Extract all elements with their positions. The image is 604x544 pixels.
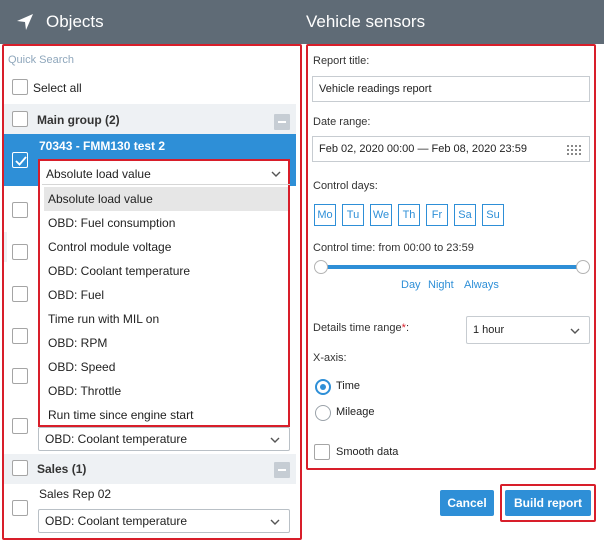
select-all-label: Select all <box>33 81 82 95</box>
dropdown-option[interactable]: OBD: Speed <box>44 355 288 379</box>
dropdown-option[interactable]: Control module voltage <box>44 235 288 259</box>
slider-end-handle[interactable] <box>576 260 590 274</box>
dropdown-option[interactable]: OBD: Coolant temperature <box>44 259 288 283</box>
dropdown-option[interactable]: OBD: Fuel <box>44 283 288 307</box>
x-axis-mileage-label: Mileage <box>336 406 375 418</box>
date-range-label: Date range: <box>313 116 371 128</box>
chevron-down-icon <box>271 171 281 177</box>
smooth-data-checkbox[interactable] <box>314 444 330 460</box>
group-checkbox[interactable] <box>12 328 28 344</box>
group-sales-checkbox[interactable] <box>12 460 28 476</box>
unit-sales-name: Sales Rep 02 <box>39 487 112 501</box>
unit-checkbox[interactable] <box>12 202 28 218</box>
control-time-slider[interactable] <box>321 265 583 269</box>
day-toggle-su[interactable]: Su <box>482 204 504 226</box>
checkmark-icon <box>15 156 27 166</box>
unit-sales-checkbox[interactable] <box>12 500 28 516</box>
preset-night-link[interactable]: Night <box>428 279 454 291</box>
day-toggle-mo[interactable]: Mo <box>314 204 336 226</box>
day-toggle-sa[interactable]: Sa <box>454 204 476 226</box>
sensor-dropdown-current-value: Absolute load value <box>46 166 151 181</box>
details-time-range-value: 1 hour <box>473 324 505 336</box>
details-time-range-label: Details time range*: <box>313 322 409 334</box>
x-axis-mileage-radio[interactable] <box>315 405 331 421</box>
sensor-select-value: OBD: Coolant temperature <box>45 514 188 528</box>
date-range-value: Feb 02, 2020 00:00 — Feb 08, 2020 23:59 <box>319 143 527 155</box>
report-title-value: Vehicle readings report <box>319 83 432 95</box>
dropdown-option[interactable]: OBD: Throttle <box>44 379 288 403</box>
x-axis-time-label: Time <box>336 380 361 392</box>
group-main-label: Main group (2) <box>37 113 120 127</box>
unit-checkbox[interactable] <box>12 418 28 434</box>
sensor-dropdown[interactable]: Absolute load value Absolute load value … <box>38 159 290 427</box>
dropdown-option[interactable]: Time run with MIL on <box>44 307 288 331</box>
chevron-down-icon <box>570 328 580 334</box>
cancel-button[interactable]: Cancel <box>440 490 494 516</box>
dropdown-option[interactable]: OBD: RPM <box>44 331 288 355</box>
group-row-edge <box>4 232 7 262</box>
group-main-checkbox[interactable] <box>12 111 28 127</box>
sensor-select-value: OBD: Coolant temperature <box>45 432 188 446</box>
objects-header: Objects <box>0 0 302 44</box>
details-colon: : <box>405 322 409 334</box>
sensor-select[interactable]: OBD: Coolant temperature <box>38 427 290 451</box>
date-range-input[interactable]: Feb 02, 2020 00:00 — Feb 08, 2020 23:59 <box>312 136 590 162</box>
calendar-grid-icon[interactable] <box>567 145 581 155</box>
dropdown-option[interactable]: Absolute load value <box>44 187 288 211</box>
details-label-text: Details time range <box>313 322 402 334</box>
build-report-button[interactable]: Build report <box>505 490 591 516</box>
collapse-group-icon[interactable] <box>274 114 290 130</box>
report-title-input[interactable]: Vehicle readings report <box>312 76 590 102</box>
select-all-checkbox[interactable] <box>12 79 28 95</box>
dropdown-option[interactable]: OBD: Fuel consumption <box>44 211 288 235</box>
x-axis-label: X-axis: <box>313 352 347 364</box>
unit-checkbox[interactable] <box>12 286 28 302</box>
day-toggle-th[interactable]: Th <box>398 204 420 226</box>
x-axis-time-radio[interactable] <box>315 379 331 395</box>
smooth-data-label: Smooth data <box>336 446 399 458</box>
preset-always-link[interactable]: Always <box>464 279 499 291</box>
day-toggle-fr[interactable]: Fr <box>426 204 448 226</box>
preset-day-link[interactable]: Day <box>401 279 421 291</box>
control-days-label: Control days: <box>313 180 378 192</box>
day-toggle-tu[interactable]: Tu <box>342 204 364 226</box>
quick-search-input[interactable]: Quick Search <box>8 54 74 66</box>
dropdown-option[interactable]: Run time since engine start <box>44 403 288 427</box>
unit-checkbox[interactable] <box>12 368 28 384</box>
group-sales-label: Sales (1) <box>37 462 87 476</box>
slider-start-handle[interactable] <box>314 260 328 274</box>
chevron-down-icon <box>270 437 280 443</box>
control-time-label: Control time: from 00:00 to 23:59 <box>313 242 474 254</box>
sensor-select[interactable]: OBD: Coolant temperature <box>38 509 290 533</box>
chevron-down-icon <box>270 519 280 525</box>
group-checkbox[interactable] <box>12 244 28 260</box>
objects-title: Objects <box>46 12 104 31</box>
sensor-dropdown-current[interactable]: Absolute load value <box>42 163 290 185</box>
navigation-arrow-icon <box>17 14 33 30</box>
unit-selected-checkbox[interactable] <box>12 152 28 168</box>
report-title-label: Report title: <box>313 55 370 67</box>
report-header: Vehicle sensors <box>302 0 604 44</box>
day-toggle-we[interactable]: We <box>370 204 392 226</box>
details-time-range-select[interactable]: 1 hour <box>466 316 590 344</box>
unit-selected-name: 70343 - FMM130 test 2 <box>39 139 166 153</box>
collapse-group-icon[interactable] <box>274 462 290 478</box>
report-header-title: Vehicle sensors <box>306 12 426 31</box>
